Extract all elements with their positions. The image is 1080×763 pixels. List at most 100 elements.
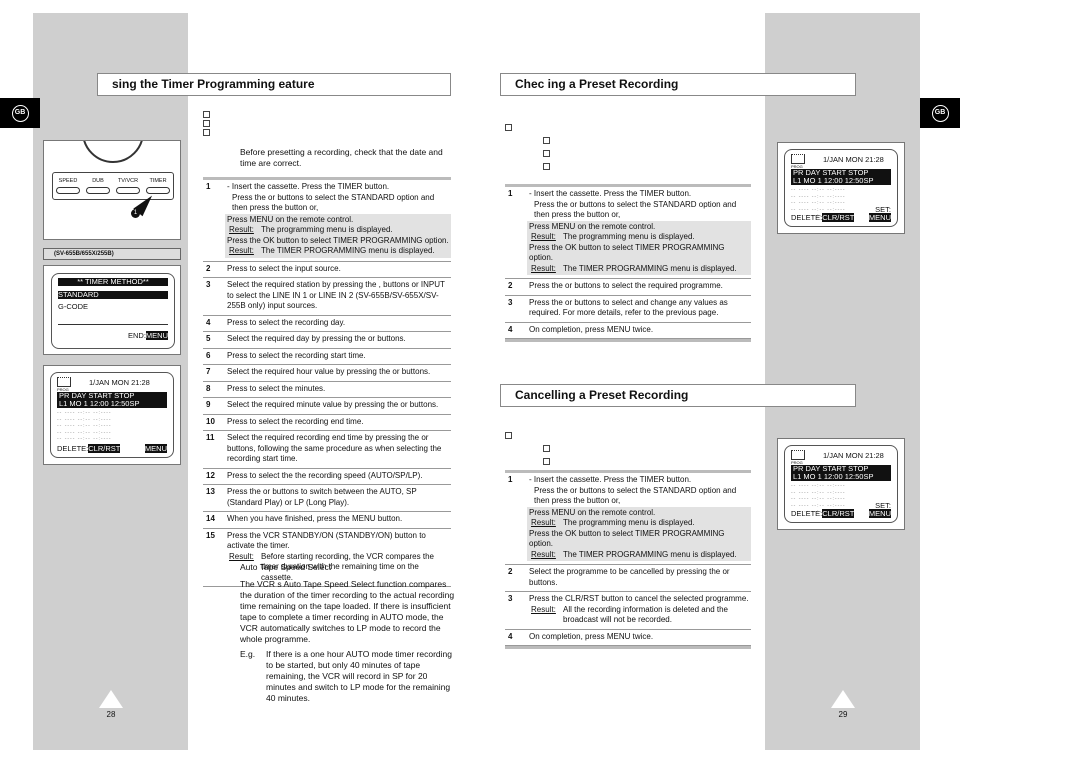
checkbox-icon: [203, 129, 210, 136]
step-number: 3: [508, 594, 513, 603]
step-row: 6 Press to select the recording start tim…: [203, 349, 451, 365]
step-row: 2 Press the or buttons to select the requ…: [505, 279, 751, 296]
step-row: 4 Press to select the recording day.: [203, 316, 451, 332]
step-row: 5 Select the required day by pressing the…: [203, 332, 451, 349]
result-line: Result: The programming menu is displayed…: [531, 232, 695, 241]
timer-entry[interactable]: L1 MO 1 12:00 12:50SP: [791, 473, 891, 481]
result-line: Result: The TIMER PROGRAMMING menu is dis…: [531, 549, 737, 559]
step-number: 5: [206, 334, 211, 343]
step-text: Press to select the input source.: [227, 263, 341, 273]
step-text: Select the programme to be cancelled by …: [529, 567, 730, 587]
step-text: Press the or buttons to switch between t…: [227, 487, 417, 507]
step-row: 4 On completion, press MENU twice.: [505, 323, 751, 339]
step-text: Press the or buttons to select and chang…: [529, 297, 728, 318]
option-standard[interactable]: STANDARD: [58, 291, 168, 299]
step-row: 11 Select the required recording end time…: [203, 431, 451, 469]
step-number: 12: [206, 470, 215, 480]
step-number: 11: [206, 433, 215, 442]
cassette-icon: [791, 154, 805, 164]
step-text: Select the required minute value by pres…: [227, 400, 439, 409]
step-text: Press the or buttons to select the STAND…: [534, 485, 737, 506]
step-number: 8: [206, 383, 211, 393]
step-row: 3 Select the required station by pressing…: [203, 278, 451, 316]
step-text: Press MENU on the remote control.: [529, 221, 656, 231]
step-number: 13: [206, 487, 215, 496]
step-text: Press to select the minutes.: [227, 383, 326, 393]
step-row: 8 Press to select the minutes.: [203, 382, 451, 398]
cancel-title: Cancelling a Preset Recording: [500, 384, 856, 407]
step-row: 9 Select the required minute value by pre…: [203, 398, 451, 415]
checkbox-icon: [505, 124, 512, 131]
step-text: Press the or buttons to select the STAND…: [232, 192, 435, 213]
step-text: - Insert the cassette. Press the TIMER b…: [529, 475, 692, 484]
intro-note: Before presetting a recording, check tha…: [240, 147, 443, 168]
checkbox-list: [505, 124, 550, 172]
language-tab-right: GB: [920, 98, 960, 128]
step-text: Select the required hour value by pressi…: [227, 367, 431, 376]
step-text: Press MENU on the remote control.: [529, 507, 656, 517]
empty-timer-entry[interactable]: -- ---- --:-- --:----: [57, 436, 167, 443]
step-text: Select the required recording end time b…: [227, 433, 442, 463]
result-line: Result: All the recording information is …: [531, 604, 728, 625]
checkbox-icon: [505, 432, 512, 439]
tip-example: E.g. If there is a one hour AUTO mode tim…: [240, 649, 452, 703]
step-number: 1: [508, 189, 513, 198]
check-steps: 1 - Insert the cassette. Press the TIMER …: [505, 184, 751, 342]
step-text: Press the or buttons to select the STAND…: [534, 199, 737, 220]
step-row: 12 Press to select the the recording spee…: [203, 469, 451, 485]
step-number: 3: [508, 297, 513, 307]
result-line: Result: The TIMER PROGRAMMING menu is dis…: [531, 263, 737, 273]
auto-tape-tip: Auto Tape Speed Select The VCR s Auto Ta…: [240, 562, 455, 704]
timer-steps: 1 - Insert the cassette. Press the TIMER …: [203, 177, 451, 587]
speed-button: SPEED: [56, 176, 80, 199]
checkbox-icon: [203, 111, 210, 118]
tvvcr-button: TV/VCR: [116, 176, 140, 199]
timer-method-title: ** TIMER METHOD**: [58, 278, 168, 286]
dpad-icon: [82, 141, 144, 163]
left-page-title: sing the Timer Programming eature: [97, 73, 451, 96]
menu-key: MENU: [868, 509, 891, 518]
checkbox-list: [505, 432, 550, 467]
page-number-right: 29: [828, 690, 858, 721]
timer-entry[interactable]: L1 MO 1 12:00 12:50SP: [57, 400, 167, 408]
right-margin-band: [765, 13, 920, 750]
step-row: 3 Press the CLR/RST button to cancel the …: [505, 592, 751, 630]
step-text: Press to select the recording day.: [227, 317, 346, 327]
step-text: Press the OK button to select TIMER PROG…: [529, 528, 725, 549]
checkbox-icon: [203, 120, 210, 127]
step-text: - Insert the cassette. Press the TIMER b…: [227, 182, 390, 191]
step-number: 3: [206, 280, 211, 289]
step-number: 6: [206, 350, 211, 360]
option-gcode[interactable]: G-CODE: [58, 303, 168, 311]
page-number-left: 28: [96, 690, 126, 721]
step-number: 7: [206, 367, 211, 376]
step-text: Press the OK button to select TIMER PROG…: [529, 242, 725, 263]
check-title: Chec ing a Preset Recording: [500, 73, 856, 96]
step-number: 10: [206, 416, 215, 426]
checkbox-icon: [543, 445, 550, 452]
cassette-icon: [57, 377, 71, 387]
step-text: On completion, press MENU twice.: [529, 324, 654, 334]
step-row: 2 Press to select the input source.: [203, 262, 451, 278]
screen-date: 1/JAN MON 21:28: [823, 451, 884, 460]
language-tab-left: GB: [0, 98, 40, 128]
step-number: 4: [508, 324, 513, 334]
timer-list-panel: 1/JAN MON 21:28 PROG PR DAY START STOP L1 M…: [43, 365, 181, 465]
step-text: Press MENU on the remote control.: [227, 214, 354, 224]
step-text: Press the or buttons to select the requi…: [529, 281, 723, 290]
checkbox-icon: [543, 163, 550, 170]
step-text: Press the OK button to select TIMER PROG…: [227, 235, 449, 245]
triangle-icon: [831, 690, 855, 708]
step-text: Select the required day by pressing the …: [227, 334, 406, 343]
remote-alt-block: Press MENU on the remote control. Result:…: [527, 506, 751, 561]
timer-entry[interactable]: L1 MO 1 12:00 12:50SP: [791, 177, 891, 185]
result-line: Result: The programming menu is displayed…: [229, 225, 393, 234]
step-row: 1 - Insert the cassette. Press the TIMER …: [505, 473, 751, 565]
step-number: 4: [508, 631, 513, 641]
step-number: 2: [508, 281, 513, 290]
step-number: 1: [206, 182, 211, 191]
timer-list-panel-cancel: 1/JAN MON 21:28 PROG PR DAY START STOP L1 M…: [777, 438, 905, 530]
step-row: 1 - Insert the cassette. Press the TIMER …: [505, 187, 751, 279]
step-row: 7 Select the required hour value by press…: [203, 365, 451, 382]
step-text: On completion, press MENU twice.: [529, 631, 654, 641]
